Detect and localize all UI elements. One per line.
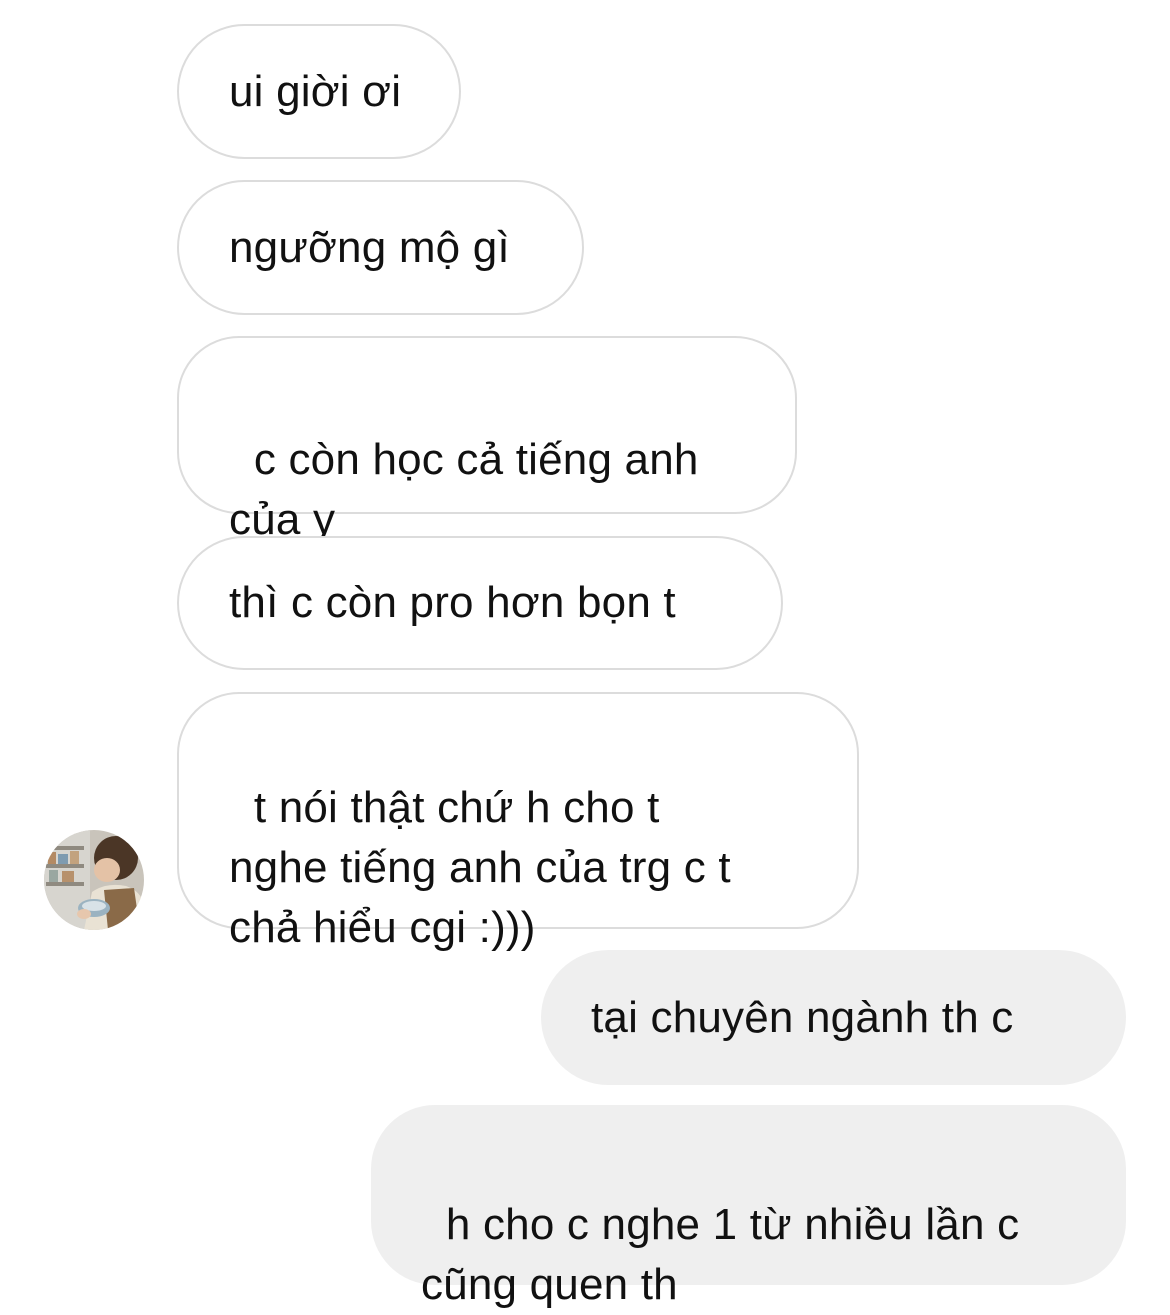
incoming-message-bubble[interactable]: ui giời ơi [177,24,461,159]
message-text: t nói thật chứ h cho t nghe tiếng anh củ… [229,783,731,952]
message-text: tại chuyên ngành th c [591,992,1014,1042]
avatar[interactable] [44,830,144,930]
user-avatar-icon [44,830,144,930]
incoming-message-bubble[interactable]: t nói thật chứ h cho t nghe tiếng anh củ… [177,692,859,952]
message-text: ngưỡng mộ gì [229,222,510,272]
outgoing-message-bubble[interactable]: tại chuyên ngành th c [541,950,1126,1085]
message-text: ui giời ơi [229,66,402,116]
outgoing-message-bubble[interactable]: h cho c nghe 1 từ nhiều lần c cũng quen … [371,1105,1126,1309]
incoming-message-bubble[interactable]: c còn học cả tiếng anh của y [177,336,797,544]
message-text: thì c còn pro hơn bọn t [229,578,676,627]
message-text: c còn học cả tiếng anh của y [229,435,699,544]
incoming-message-bubble[interactable]: ngưỡng mộ gì [177,180,584,315]
incoming-message-bubble[interactable]: thì c còn pro hơn bọn t [177,536,783,670]
message-text: h cho c nghe 1 từ nhiều lần c cũng quen … [421,1200,1020,1309]
